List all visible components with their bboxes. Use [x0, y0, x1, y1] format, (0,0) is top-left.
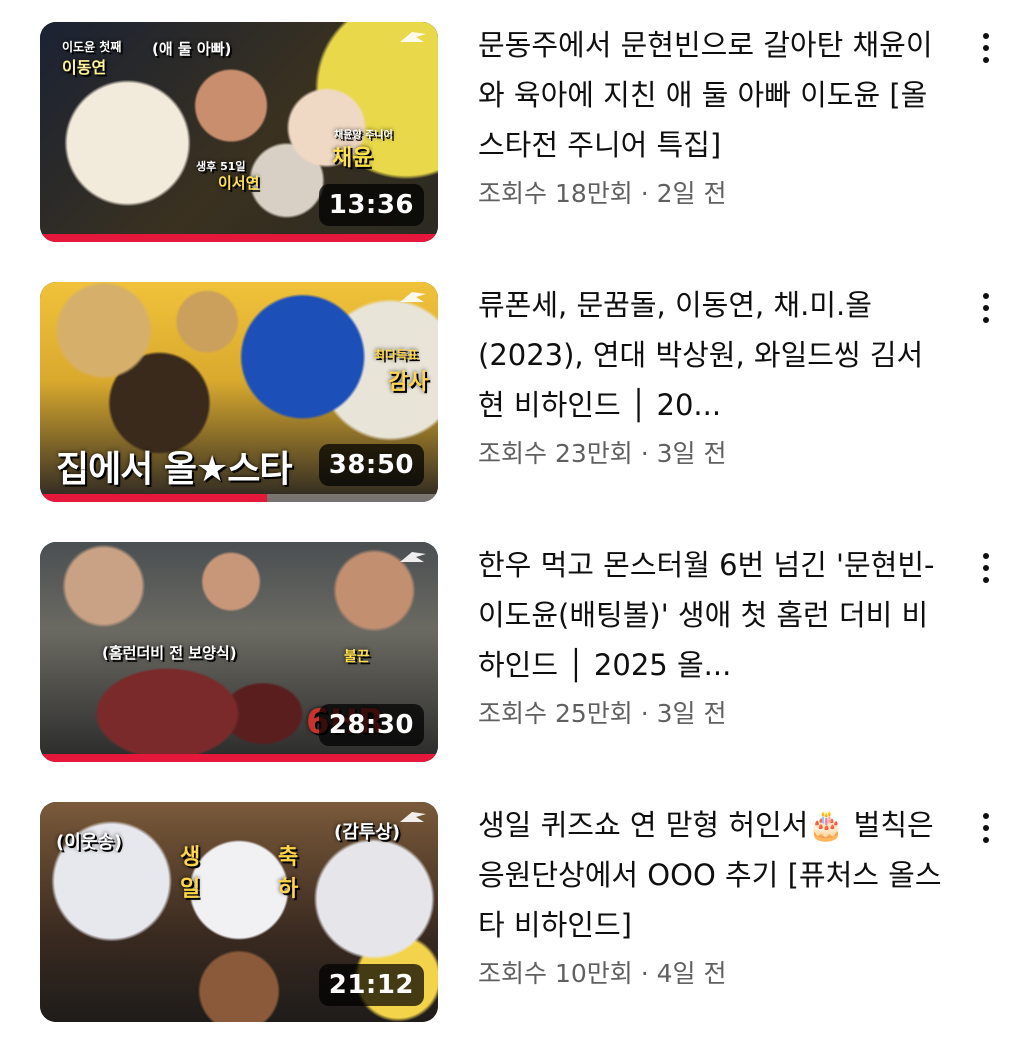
thumb-text-3: (애 둘 아빠) — [152, 40, 232, 58]
thumb-text-1: (이웃송) — [56, 832, 123, 853]
meta-separator: · — [640, 699, 649, 728]
video-meta: 류폰세, 문꿈돌, 이동연, 채.미.올(2023), 연대 박상원, 와일드씽… — [478, 282, 948, 470]
upload-age: 2일 전 — [656, 179, 727, 208]
video-item[interactable]: 집에서 올★스타 최다득표 감사 38:50 류폰세, 문꿈돌, 이동연, 채.… — [0, 282, 1024, 506]
more-vert-icon[interactable] — [968, 288, 1004, 328]
video-title[interactable]: 문동주에서 문현빈으로 갈아탄 채윤이와 육아에 지친 애 둘 아빠 이도윤 [… — [478, 20, 948, 170]
video-stats: 조회수 10만회 · 4일 전 — [478, 954, 948, 990]
upload-age: 3일 전 — [656, 699, 727, 728]
watch-progress-fill — [40, 494, 267, 502]
video-thumbnail[interactable]: 집에서 올★스타 최다득표 감사 38:50 — [40, 282, 438, 502]
eagle-logo-icon — [400, 292, 426, 302]
more-vert-icon[interactable] — [968, 28, 1004, 68]
watch-progress-track — [40, 754, 438, 762]
thumb-text-5: 이서연 — [218, 174, 260, 192]
watch-progress-track — [40, 494, 438, 502]
video-thumbnail[interactable]: 이도윤 첫째 이동연 (애 둘 아빠) 생후 51일 이서연 채윤 채윤양 주니… — [40, 22, 438, 242]
meta-separator: · — [640, 439, 649, 468]
video-meta: 한우 먹고 몬스터월 6번 넘긴 '문현빈-이도윤(배팅볼)' 생애 첫 홈런 … — [478, 542, 948, 730]
thumb-text-1: 이도윤 첫째 — [62, 40, 122, 54]
video-stats: 조회수 18만회 · 2일 전 — [478, 174, 948, 210]
video-title[interactable]: 생일 퀴즈쇼 연 맏형 허인서🎂 벌칙은 응원단상에서 OOO 추기 [퓨처스 … — [478, 800, 948, 950]
meta-separator: · — [640, 179, 649, 208]
view-count: 조회수 18만회 — [478, 179, 633, 208]
eagle-logo-icon — [400, 32, 426, 42]
video-thumbnail[interactable]: (홈런더비 전 보양식) 불끈 6HR 28:30 — [40, 542, 438, 762]
thumb-text-2: 불끈 — [344, 649, 370, 665]
thumb-text-4: (감투상) — [334, 822, 401, 843]
upload-age: 4일 전 — [656, 959, 727, 988]
video-item[interactable]: 이도윤 첫째 이동연 (애 둘 아빠) 생후 51일 이서연 채윤 채윤양 주니… — [0, 22, 1024, 246]
duration-badge: 21:12 — [318, 964, 424, 1006]
upload-age: 3일 전 — [656, 439, 727, 468]
video-stats: 조회수 23만회 · 3일 전 — [478, 434, 948, 470]
watch-progress-fill — [40, 234, 438, 242]
video-list: 이도윤 첫째 이동연 (애 둘 아빠) 생후 51일 이서연 채윤 채윤양 주니… — [0, 0, 1024, 1046]
duration-badge: 13:36 — [318, 184, 424, 226]
video-stats: 조회수 25만회 · 3일 전 — [478, 694, 948, 730]
video-title[interactable]: 류폰세, 문꿈돌, 이동연, 채.미.올(2023), 연대 박상원, 와일드씽… — [478, 280, 948, 430]
thumb-text-7: 채윤양 주니어 — [334, 130, 393, 141]
video-meta: 생일 퀴즈쇼 연 맏형 허인서🎂 벌칙은 응원단상에서 OOO 추기 [퓨처스 … — [478, 802, 948, 990]
video-item[interactable]: (홈런더비 전 보양식) 불끈 6HR 28:30 한우 먹고 몬스터월 6번 … — [0, 542, 1024, 766]
watch-progress-fill — [40, 754, 438, 762]
video-item[interactable]: (이웃송) 생일 축하 (감투상) 21:12 생일 퀴즈쇼 연 맏형 허인서🎂… — [0, 802, 1024, 1026]
thumb-text-2: 최다득표 — [374, 348, 419, 362]
eagle-logo-icon — [400, 812, 426, 822]
view-count: 조회수 25만회 — [478, 699, 633, 728]
thumb-text-6: 채윤 — [332, 146, 373, 171]
more-vert-icon[interactable] — [968, 548, 1004, 588]
thumb-text-1: (홈런더비 전 보양식) — [102, 644, 237, 662]
meta-separator: · — [640, 959, 649, 988]
thumb-text-2: 생일 — [180, 845, 201, 902]
duration-badge: 38:50 — [318, 444, 424, 486]
thumb-text-3: 감사 — [388, 370, 429, 395]
thumb-text-3: 축하 — [278, 845, 299, 902]
watch-progress-track — [40, 234, 438, 242]
more-vert-icon[interactable] — [968, 808, 1004, 848]
duration-badge: 28:30 — [318, 704, 424, 746]
view-count: 조회수 23만회 — [478, 439, 633, 468]
video-meta: 문동주에서 문현빈으로 갈아탄 채윤이와 육아에 지친 애 둘 아빠 이도윤 [… — [478, 22, 948, 210]
eagle-logo-icon — [400, 552, 426, 562]
thumb-text-1: 집에서 올★스타 — [56, 449, 293, 490]
thumb-text-2: 이동연 — [62, 58, 107, 77]
video-thumbnail[interactable]: (이웃송) 생일 축하 (감투상) 21:12 — [40, 802, 438, 1022]
video-title[interactable]: 한우 먹고 몬스터월 6번 넘긴 '문현빈-이도윤(배팅볼)' 생애 첫 홈런 … — [478, 540, 948, 690]
view-count: 조회수 10만회 — [478, 959, 633, 988]
